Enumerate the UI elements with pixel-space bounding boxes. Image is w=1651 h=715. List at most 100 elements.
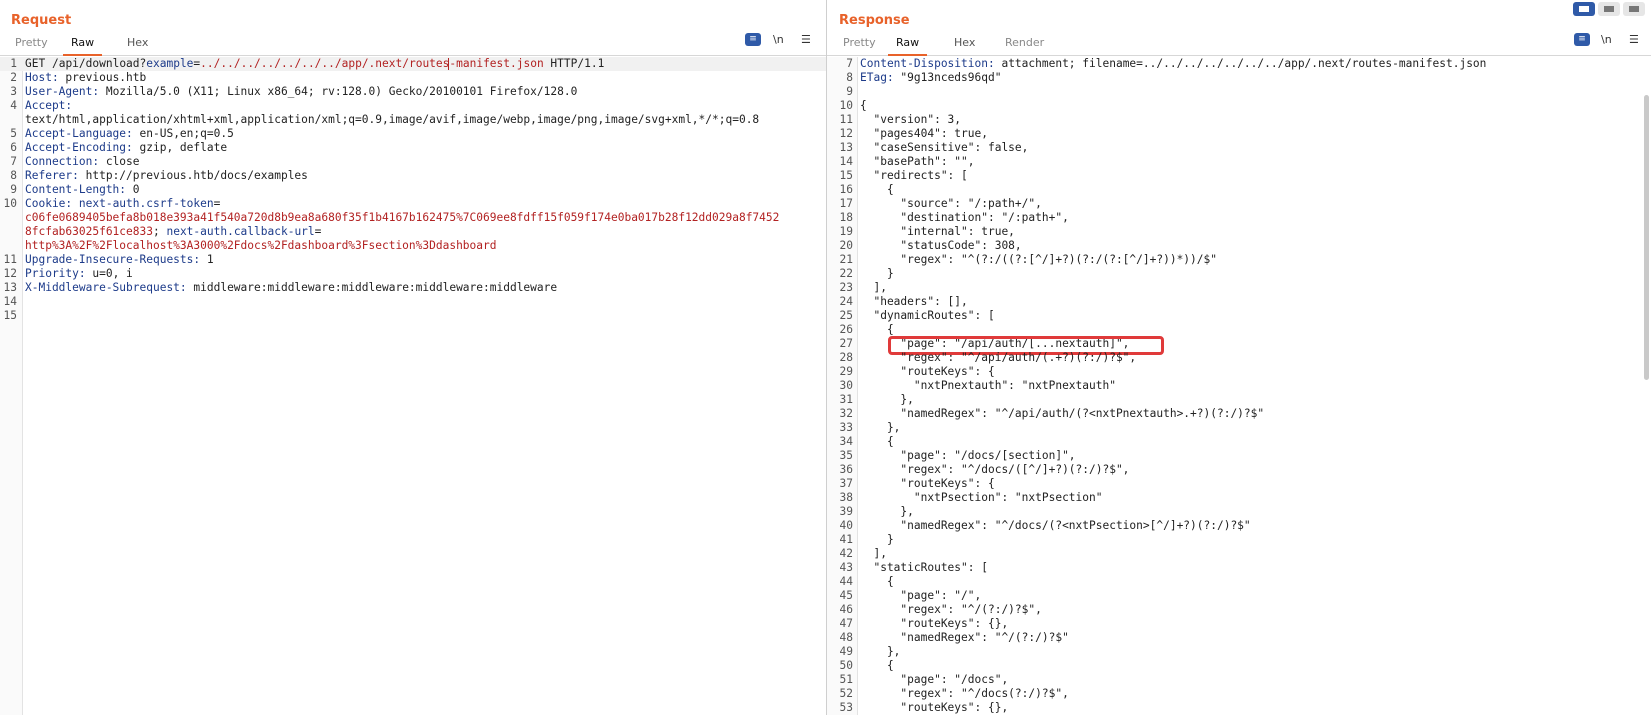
line-text: Host: previous.htb: [25, 71, 146, 85]
line-number: 10: [3, 197, 17, 210]
tab-raw[interactable]: Raw: [63, 36, 103, 56]
json-text: },: [860, 505, 914, 518]
wrap-icon[interactable]: ≡: [745, 33, 761, 46]
line-text: "destination": "/:path+",: [860, 211, 1069, 225]
header-value: http://previous.htb/docs/examples: [78, 169, 308, 182]
line-text: "dynamicRoutes": [: [860, 309, 994, 323]
tab-raw[interactable]: Raw: [888, 36, 928, 56]
line-number: 15: [3, 309, 17, 322]
header-value: en-US,en;q=0.5: [132, 127, 234, 140]
line-text: {: [860, 575, 894, 589]
line-text: "namedRegex": "^/(?:/)?$": [860, 631, 1068, 645]
json-text: {: [860, 99, 867, 112]
line-number: 13: [839, 141, 853, 154]
json-text: {: [860, 659, 894, 672]
newline-toggle[interactable]: \n: [773, 33, 784, 46]
newline-toggle[interactable]: \n: [1601, 33, 1612, 46]
json-text: "namedRegex": "^/api/auth/(?<nxtPnextaut…: [860, 407, 1265, 420]
line-number: 36: [839, 463, 853, 476]
response-line: 9: [827, 85, 1651, 99]
line-number: 40: [839, 519, 853, 532]
request-line: 1 GET /api/download?example=../../../../.…: [0, 57, 826, 71]
tab-pretty[interactable]: Pretty: [843, 36, 876, 54]
line-text: Connection: close: [25, 155, 140, 169]
json-text: "destination": "/:path+",: [860, 211, 1069, 224]
line-number: 43: [839, 561, 853, 574]
tab-pretty[interactable]: Pretty: [15, 36, 48, 54]
single-pane-icon[interactable]: [1623, 2, 1645, 16]
response-line: 50 {: [827, 659, 1651, 673]
response-line: 48 "namedRegex": "^/(?:/)?$": [827, 631, 1651, 645]
line-text: "pages404": true,: [860, 127, 988, 141]
line-number: 23: [839, 281, 853, 294]
response-line: 25 "dynamicRoutes": [: [827, 309, 1651, 323]
line-text: "page": "/docs",: [860, 673, 1008, 687]
menu-icon[interactable]: ☰: [1629, 33, 1639, 46]
request-line: c06fe0689405befa8b018e393a41f540a720d8b9…: [0, 211, 826, 225]
tab-hex[interactable]: Hex: [127, 36, 148, 54]
line-number: 7: [846, 57, 853, 70]
json-text: "staticRoutes": [: [860, 561, 988, 574]
line-text: Priority: u=0, i: [25, 267, 133, 281]
request-line: 7 Connection: close: [0, 155, 826, 169]
line-text: "page": "/api/auth/[...nextauth]",: [860, 337, 1129, 351]
response-line: 53 "routeKeys": {},: [827, 701, 1651, 715]
request-editor[interactable]: 1 GET /api/download?example=../../../../.…: [0, 57, 826, 715]
split-vertical-icon[interactable]: [1573, 2, 1595, 16]
response-scrollbar[interactable]: [1644, 95, 1649, 380]
line-text: },: [860, 393, 913, 407]
line-number: 38: [839, 491, 853, 504]
json-text: ],: [860, 281, 887, 294]
line-text: "regex": "^/api/auth/(.+?)(?:/)?$",: [860, 351, 1136, 365]
line-text: "namedRegex": "^/api/auth/(?<nxtPnextaut…: [860, 407, 1264, 421]
line-text: "routeKeys": {: [860, 365, 994, 379]
line-number: 17: [839, 197, 853, 210]
tab-render[interactable]: Render: [1005, 36, 1044, 54]
response-line: 38 "nxtPsection": "nxtPsection": [827, 491, 1651, 505]
header-value: 1: [200, 253, 214, 266]
request-line: 8 Referer: http://previous.htb/docs/examp…: [0, 169, 826, 183]
line-text: {: [860, 323, 894, 337]
line-text: "staticRoutes": [: [860, 561, 988, 575]
json-text: "page": "/docs",: [860, 673, 1009, 686]
line-number: 26: [839, 323, 853, 336]
json-text: "routeKeys": {},: [860, 617, 1009, 630]
line-text: text/html,application/xhtml+xml,applicat…: [25, 113, 759, 127]
json-text: "basePath": "",: [860, 155, 975, 168]
split-horizontal-icon[interactable]: [1598, 2, 1620, 16]
request-pane: Request Pretty Raw Hex ≡ \n ☰ 1 GET /api/…: [0, 0, 827, 715]
line-number: 13: [3, 281, 17, 294]
line-number: 9: [10, 183, 17, 196]
json-text: "page": "/docs/[section]",: [860, 449, 1076, 462]
line-text: "internal": true,: [860, 225, 1015, 239]
json-text: "caseSensitive": false,: [860, 141, 1029, 154]
response-line: 27 "page": "/api/auth/[...nextauth]",: [827, 336, 1651, 355]
response-tabs: Pretty Raw Hex Render: [827, 36, 1651, 56]
line-text: http%3A%2F%2Flocalhost%3A3000%2Fdocs%2Fd…: [25, 239, 496, 253]
line-number: 19: [839, 225, 853, 238]
line-number: 22: [839, 267, 853, 280]
wrap-icon[interactable]: ≡: [1574, 33, 1590, 46]
response-line: 31 },: [827, 393, 1651, 407]
json-text: "regex": "^/docs/([^/]+?)(?:/)?$",: [860, 463, 1130, 476]
line-text: "source": "/:path+/",: [860, 197, 1041, 211]
tab-hex[interactable]: Hex: [954, 36, 975, 54]
response-line: 33 },: [827, 421, 1651, 435]
header-value: gzip, deflate: [132, 141, 228, 154]
line-number: 3: [10, 85, 17, 98]
header-name: ETag:: [860, 71, 894, 84]
header-value: "9g13nceds96qd": [893, 71, 1002, 84]
response-editor[interactable]: 7 Content-Disposition: attachment; filena…: [827, 57, 1651, 715]
line-number: 4: [10, 99, 17, 112]
line-number: 20: [839, 239, 853, 252]
request-line: 8fcfab63025f61ce833; next-auth.callback-…: [0, 225, 826, 239]
json-text: "redirects": [: [860, 169, 968, 182]
line-number: 12: [3, 267, 17, 280]
header-name: Cookie:: [25, 197, 73, 210]
line-text: {: [860, 99, 867, 113]
json-text: {: [860, 435, 894, 448]
menu-icon[interactable]: ☰: [801, 33, 811, 46]
response-line: 16 {: [827, 183, 1651, 197]
line-number: 44: [839, 575, 853, 588]
json-text: {: [860, 575, 894, 588]
